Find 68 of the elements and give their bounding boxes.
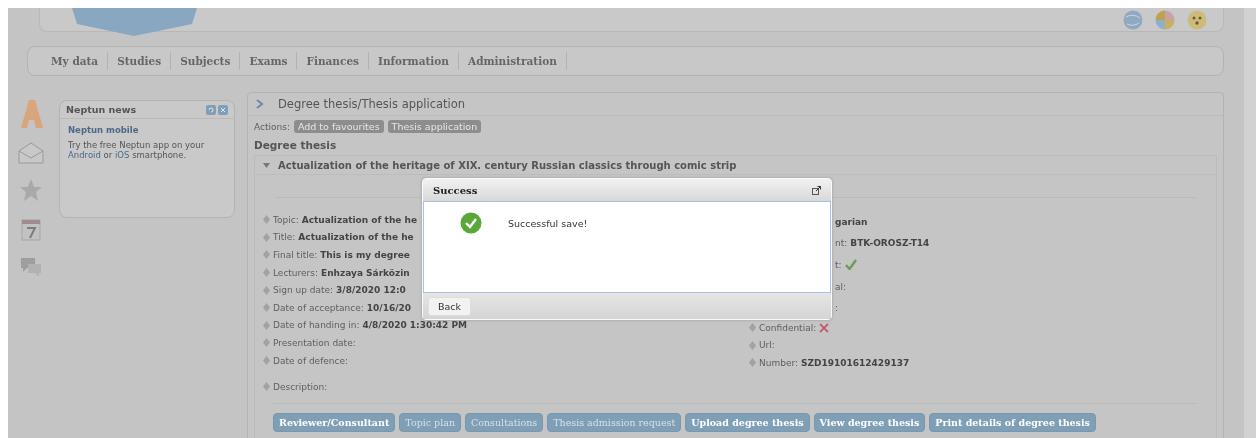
field-label: nt: (835, 238, 848, 249)
action-button[interactable]: Print details of degree thesis (929, 413, 1096, 433)
field-value: Actualization of the he (298, 232, 414, 243)
field-label: t: (835, 260, 842, 270)
envelope-icon (18, 142, 44, 164)
section-title: Degree thesis (253, 138, 338, 153)
field-label: al: (835, 281, 847, 292)
menu-tab[interactable]: My data (42, 52, 109, 70)
dialog-message: Successful save! (508, 218, 588, 229)
menu-tab[interactable]: Finances (297, 52, 369, 70)
field-label: Date of defence: (273, 355, 349, 366)
menu-tab[interactable]: Studies (108, 52, 172, 70)
close-icon (218, 104, 228, 115)
news-heading[interactable]: Neptun mobile (68, 125, 139, 135)
action-button[interactable]: Thesis application (387, 120, 482, 133)
field-label: Confidential: (759, 322, 817, 333)
globe-icon (1123, 9, 1143, 30)
field-value: BTK-OROSZ-T14 (850, 238, 930, 249)
panel-title: Neptun news (66, 104, 137, 115)
field-label: Lecturers: (273, 267, 319, 278)
field-label: Topic: (273, 214, 299, 225)
actions-label: Actions: (254, 121, 290, 132)
menu-tab[interactable]: Information (369, 52, 459, 70)
field-label: Url: (759, 340, 775, 351)
chat-icon (19, 256, 43, 278)
field-label: Date of acceptance: (273, 302, 364, 313)
field-value: 3/8/2020 12:0 (336, 285, 406, 296)
field-value: Actualization of the he (301, 214, 418, 225)
field-label: Final title: (273, 250, 318, 260)
check-icon (844, 259, 857, 271)
field-label: Number: (759, 357, 799, 368)
field-value: 10/16/20 (366, 302, 411, 313)
success-check-icon (460, 212, 482, 234)
action-button[interactable]: Reviewer/Consultant (273, 413, 396, 433)
menu-tab[interactable]: Administration (459, 52, 567, 70)
field-value: 4/8/2020 1:30:42 PM (362, 320, 468, 331)
menu-tab[interactable]: Subjects (171, 52, 241, 70)
refresh-icon (206, 104, 216, 115)
field-label: Sign up date: (273, 285, 334, 296)
field-value: Enhzaya Sárközin (321, 267, 410, 278)
cross-icon (819, 322, 830, 333)
chevron-icon (256, 99, 264, 109)
color-wheel-icon (1155, 9, 1175, 30)
calendar-icon (20, 216, 42, 242)
field-label: Title: (273, 232, 296, 243)
popout-icon (812, 185, 821, 195)
menu-tab[interactable]: Exams (240, 52, 298, 70)
diamond-icon (263, 382, 270, 392)
link[interactable]: iOS (115, 150, 130, 160)
link[interactable]: Android (68, 150, 101, 160)
field-label: : (835, 303, 839, 314)
letter-a-icon (19, 98, 43, 128)
back-button[interactable]: Back (428, 296, 472, 316)
field-label: Presentation date: (273, 337, 356, 348)
action-button[interactable]: Upload degree thesis (685, 413, 810, 433)
field-value: This is my degree (320, 250, 410, 260)
news-text: Try the free Neptun app on your Android or iOS smartphone. (68, 140, 206, 160)
face-icon (1187, 9, 1207, 30)
field-value: garian (835, 216, 868, 227)
page-title: Degree thesis/Thesis application (278, 97, 466, 111)
field-label: Description: (273, 381, 328, 392)
action-button[interactable]: View degree thesis (813, 413, 926, 433)
star-icon (19, 178, 43, 202)
field-label: Date of handing in: (273, 320, 360, 331)
thesis-title[interactable]: Actualization of the heritage of XIX. century Russian classics through comic strip (278, 159, 737, 171)
dialog-title: Success (433, 184, 478, 196)
field-value: SZD19101612429137 (801, 357, 910, 368)
action-button[interactable]: Add to favourites (293, 120, 384, 133)
